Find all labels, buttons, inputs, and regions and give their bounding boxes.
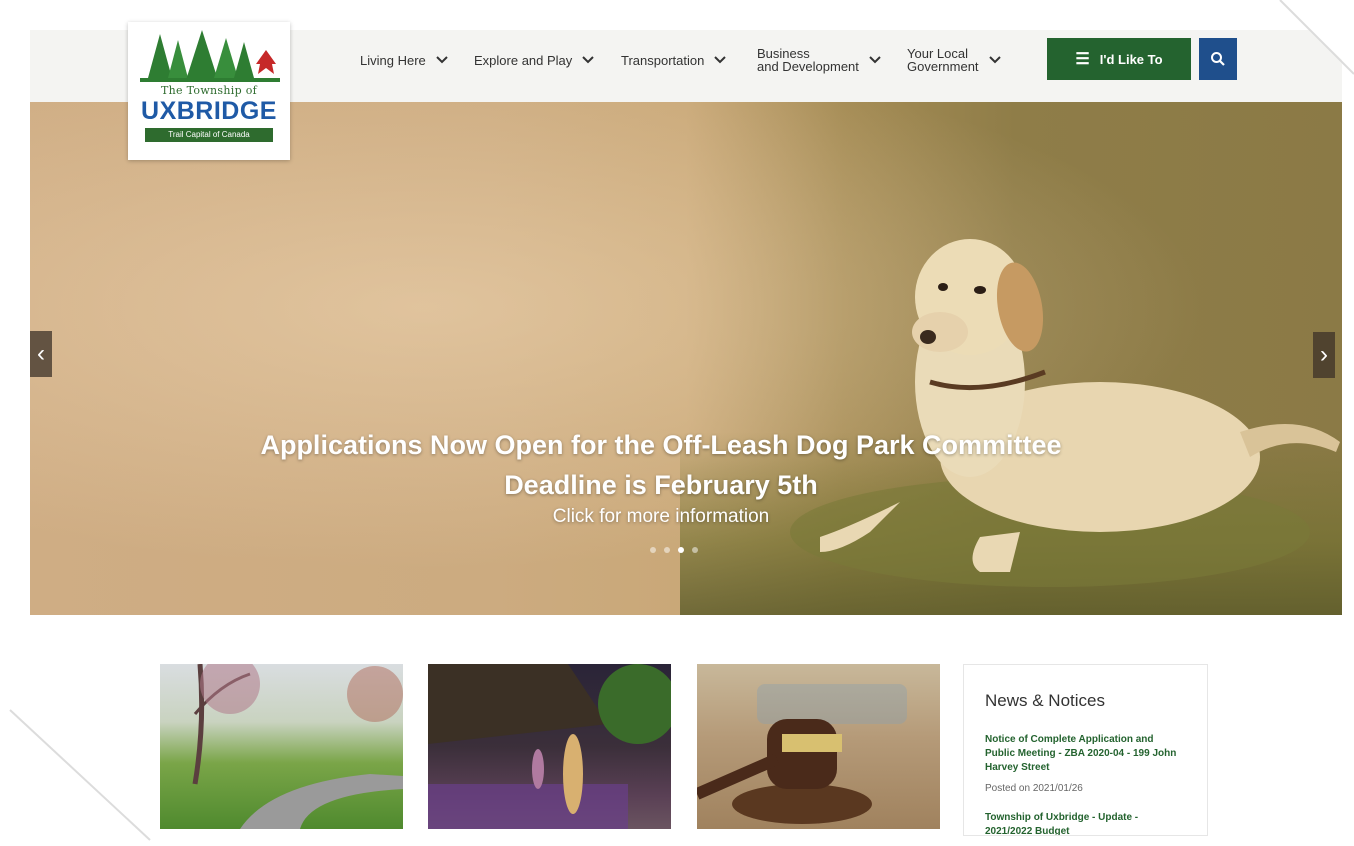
hero-slider[interactable]: Applications Now Open for the Off-Leash … (30, 102, 1342, 615)
slider-dot[interactable] (650, 547, 656, 553)
nav-item-label: Your Local Government (907, 46, 979, 74)
slider-dots (650, 547, 698, 553)
feature-card-council[interactable] (697, 664, 940, 829)
events-image (428, 664, 671, 829)
list-icon: ☰ (1075, 51, 1090, 68)
news-heading: News & Notices (985, 691, 1105, 710)
logo-tagline-bottom: Trail Capital of Canada (145, 128, 273, 142)
feature-card-trail[interactable] (160, 664, 403, 829)
township-logo[interactable]: The Township of UXBRIDGE Trail Capital o… (128, 22, 290, 160)
nav-item-government[interactable]: Your Local Government (907, 30, 1001, 90)
chevron-down-icon (582, 56, 594, 64)
news-item-title[interactable]: Notice of Complete Application and Publi… (985, 733, 1185, 775)
logo-brand: UXBRIDGE (141, 97, 277, 125)
chevron-right-icon: › (1320, 341, 1328, 368)
nav-item-label: Explore and Play (474, 52, 573, 68)
page-frame: The Township of UXBRIDGE Trail Capital o… (0, 0, 1354, 846)
hero-title-line2: Deadline is February 5th (504, 470, 818, 500)
news-item-title[interactable]: Township of Uxbridge - Update - 2021/202… (985, 811, 1185, 835)
chevron-down-icon (714, 56, 727, 64)
trees-icon (140, 30, 280, 82)
nav-item-label: Living Here (360, 52, 426, 68)
slider-dot[interactable] (692, 547, 698, 553)
chevron-left-icon: ‹ (37, 340, 45, 367)
slider-next-button[interactable]: › (1313, 332, 1335, 378)
hero-title[interactable]: Applications Now Open for the Off-Leash … (30, 425, 1317, 505)
news-item-date: Posted on 2021/01/26 (985, 783, 1083, 794)
nav-item-label: Transportation (621, 52, 705, 68)
dog-image (790, 239, 1340, 587)
slider-dot[interactable] (664, 547, 670, 553)
top-right-corner (1200, 0, 1354, 160)
slider-dot-active[interactable] (678, 547, 684, 553)
nav-item-transportation[interactable]: Transportation (621, 30, 727, 90)
hero-title-line1: Applications Now Open for the Off-Leash … (260, 430, 1062, 460)
feature-card-events[interactable] (428, 664, 671, 829)
chevron-down-icon (869, 56, 881, 64)
trail-image (192, 664, 403, 829)
nav-item-explore-and-play[interactable]: Explore and Play (474, 30, 594, 90)
nav-item-label: Business and Development (757, 46, 859, 74)
chevron-down-icon (436, 56, 448, 64)
gavel-image (697, 684, 907, 824)
nav-item-living-here[interactable]: Living Here (360, 30, 448, 90)
id-like-to-button[interactable]: ☰ I'd Like To (1047, 38, 1191, 80)
chevron-down-icon (988, 56, 1001, 64)
nav-item-business[interactable]: Business and Development (757, 30, 881, 90)
logo-tagline-top: The Township of (160, 84, 257, 97)
bottom-left-corner (0, 700, 170, 846)
hero-more-info-link[interactable]: Click for more information (30, 506, 1317, 528)
slider-prev-button[interactable]: ‹ (30, 331, 52, 377)
news-panel: News & Notices Notice of Complete Applic… (963, 664, 1208, 836)
cta-label: I'd Like To (1099, 51, 1163, 67)
